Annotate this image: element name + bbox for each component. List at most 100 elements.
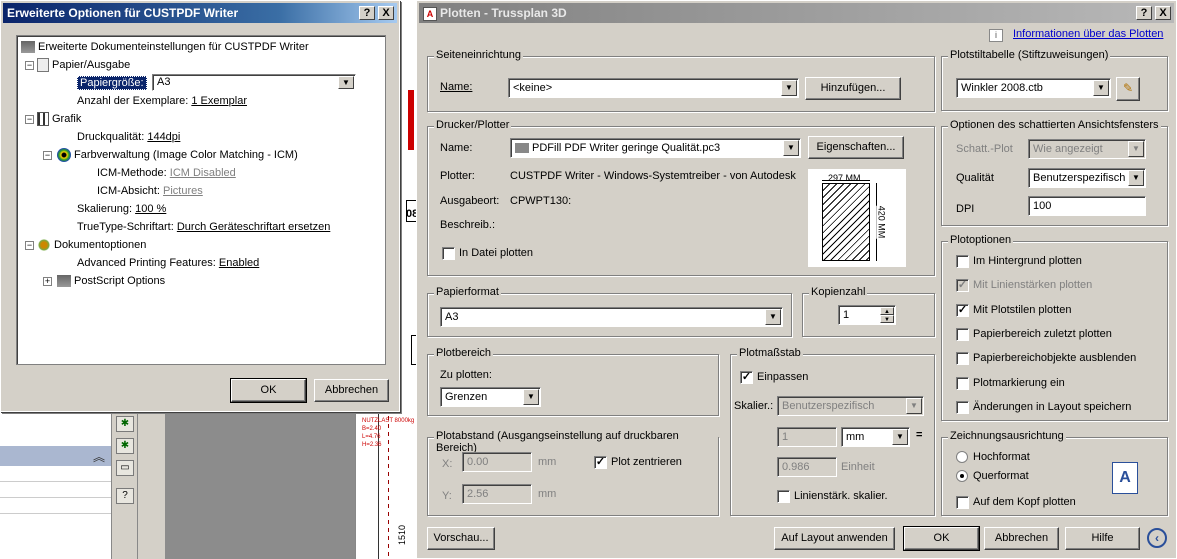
options-titlebar[interactable]: Erweiterte Optionen für CUSTPDF Writer ?… [3, 3, 397, 23]
adv-print-value[interactable]: Enabled [219, 257, 259, 269]
orientation-group: Zeichnungsausrichtung Hochformat Querfor… [941, 430, 1168, 516]
group-label: Plotabstand (Ausgangseinstellung auf dru… [434, 430, 718, 454]
plot-option-checkbox[interactable] [956, 327, 969, 341]
tool-icon[interactable]: ✱ [116, 416, 134, 432]
collapse-arrow-icon[interactable]: ‹ [1147, 528, 1167, 548]
dpi-input[interactable]: 100 [1028, 196, 1146, 216]
y-offset-input[interactable]: 2.56 [462, 484, 532, 504]
window-icon[interactable]: ▭ [116, 460, 134, 476]
tree-doc-options[interactable]: Dokumentoptionen [37, 237, 146, 253]
ok-button[interactable]: OK [230, 378, 307, 403]
chevron-down-icon[interactable]: ▼ [1093, 80, 1109, 96]
collapse-toggle-icon[interactable]: − [25, 241, 34, 250]
tree-graphic[interactable]: Grafik [37, 111, 81, 127]
tree-scaling[interactable]: Skalierung: 100 % [77, 201, 166, 217]
group-label: Plotmaßstab [737, 347, 803, 359]
landscape-radio[interactable] [956, 470, 968, 482]
tree-icm-intent[interactable]: ICM-Absicht: Pictures [97, 183, 203, 199]
cancel-button[interactable]: Abbrechen [984, 527, 1059, 550]
collapse-toggle-icon[interactable]: − [25, 115, 34, 124]
apply-to-layout-button[interactable]: Auf Layout anwenden [774, 527, 895, 550]
chevron-down-icon[interactable]: ▼ [523, 389, 539, 405]
panel-header[interactable]: ︽ [0, 446, 111, 466]
spinner-up-icon[interactable]: ▲ [880, 307, 894, 315]
cancel-button[interactable]: Abbrechen [314, 379, 389, 402]
copies-input[interactable]: 1 ▲ ▼ [838, 305, 896, 325]
tree-paper-size[interactable]: Papiergröße: [77, 75, 147, 91]
edit-style-button[interactable]: ✎ [1116, 77, 1140, 101]
fit-checkbox[interactable]: ✓ [740, 371, 753, 384]
plot-option-checkbox[interactable] [956, 376, 969, 390]
scale-value1-input[interactable]: 1 [777, 427, 837, 447]
style-table-select[interactable]: Winkler 2008.ctb ▼ [956, 78, 1111, 98]
tree-copies[interactable]: Anzahl der Exemplare: 1 Exemplar [77, 93, 247, 109]
collapse-toggle-icon[interactable]: − [43, 151, 52, 160]
quality-select[interactable]: Benutzerspezifisch ▼ [1028, 168, 1146, 188]
spinner-down-icon[interactable]: ▼ [880, 315, 894, 323]
printer-select[interactable]: PDFill PDF Writer geringe Qualität.pc3 ▼ [510, 138, 801, 158]
upside-down-checkbox[interactable] [956, 496, 969, 509]
properties-button[interactable]: Eigenschaften... [808, 136, 904, 159]
tool-icon[interactable]: ✱ [116, 438, 134, 454]
collapse-icon[interactable]: ︽ [93, 448, 105, 465]
tree-postscript[interactable]: PostScript Options [57, 273, 165, 289]
plot-area-select[interactable]: Grenzen ▼ [440, 387, 541, 407]
chevron-down-icon[interactable]: ▼ [783, 140, 799, 156]
to-file-checkbox[interactable] [442, 247, 455, 260]
tree-icm-method[interactable]: ICM-Methode: ICM Disabled [97, 165, 236, 181]
chevron-down-icon[interactable]: ▼ [781, 80, 797, 96]
plot-option-checkbox[interactable] [956, 255, 969, 268]
tree-root[interactable]: Erweiterte Dokumenteinstellungen für CUS… [21, 39, 309, 55]
page-setup-select[interactable]: <keine> ▼ [508, 78, 799, 98]
x-offset-input[interactable]: 0.00 [462, 452, 532, 472]
ok-button[interactable]: OK [903, 526, 980, 551]
paper-size-select[interactable]: A3 ▼ [152, 74, 356, 91]
chevron-down-icon[interactable]: ▼ [892, 429, 908, 445]
unit-select[interactable]: mm ▼ [841, 427, 910, 447]
plot-titlebar[interactable]: A Plotten - Trussplan 3D ? X [419, 3, 1174, 23]
tree-adv-print[interactable]: Advanced Printing Features: Enabled [77, 255, 259, 271]
chevron-down-icon[interactable]: ▼ [906, 398, 922, 414]
paper-format-select[interactable]: A3 ▼ [440, 307, 783, 327]
scale-lineweights-checkbox[interactable] [777, 490, 790, 503]
help-button[interactable]: ? [1136, 6, 1152, 20]
help-icon[interactable]: ? [116, 488, 134, 504]
drawing-note-line: L=4.76 [362, 434, 381, 440]
tree-print-quality[interactable]: Druckqualität: 144dpi [77, 129, 180, 145]
drawing-note-line: H=2.36 [362, 442, 382, 448]
tree-color-mgmt[interactable]: Farbverwaltung (Image Color Matching - I… [57, 147, 298, 163]
scaling-value[interactable]: 100 % [135, 203, 166, 215]
print-quality-value[interactable]: 144dpi [147, 131, 180, 143]
help-button[interactable]: Hilfe [1065, 527, 1140, 550]
icm-intent-value[interactable]: Pictures [163, 185, 203, 197]
portrait-radio[interactable] [956, 451, 968, 463]
plot-option-label: Papierbereichobjekte ausblenden [973, 352, 1137, 365]
close-button[interactable]: X [1155, 6, 1171, 20]
preview-button[interactable]: Vorschau... [427, 527, 495, 550]
chevron-down-icon[interactable]: ▼ [1128, 141, 1144, 157]
plot-option-checkbox[interactable]: ✓ [956, 303, 969, 317]
icm-method-value[interactable]: ICM Disabled [170, 167, 236, 179]
close-button[interactable]: X [378, 6, 394, 20]
shade-plot-select[interactable]: Wie angezeigt ▼ [1028, 139, 1146, 159]
plot-option-checkbox[interactable] [956, 400, 969, 414]
chevron-down-icon[interactable]: ▼ [765, 309, 781, 325]
info-link[interactable]: Informationen über das Plotten [1013, 28, 1163, 40]
expand-toggle-icon[interactable]: + [43, 277, 52, 286]
help-button[interactable]: ? [359, 6, 375, 20]
tree-paper-output[interactable]: Papier/Ausgabe [37, 57, 130, 73]
plot-option-checkbox[interactable]: ✓ [956, 279, 969, 293]
copies-value[interactable]: 1 Exemplar [191, 95, 247, 107]
collapse-toggle-icon[interactable]: − [25, 61, 34, 70]
plot-option-label: Plotmarkierung ein [973, 376, 1065, 389]
plot-option-checkbox[interactable] [956, 352, 969, 366]
scale-value2-input[interactable]: 0.986 [777, 457, 837, 477]
chevron-down-icon[interactable]: ▼ [1128, 170, 1144, 186]
tree-truetype[interactable]: TrueType-Schriftart: Durch Geräteschrift… [77, 219, 330, 235]
scale-select[interactable]: Benutzerspezifisch ▼ [777, 396, 924, 416]
center-plot-checkbox[interactable]: ✓ [594, 456, 607, 469]
add-button[interactable]: Hinzufügen... [805, 77, 901, 100]
chevron-down-icon[interactable]: ▼ [338, 76, 354, 89]
truetype-value[interactable]: Durch Geräteschriftart ersetzen [177, 221, 330, 233]
settings-tree[interactable]: Erweiterte Dokumenteinstellungen für CUS… [16, 35, 386, 365]
